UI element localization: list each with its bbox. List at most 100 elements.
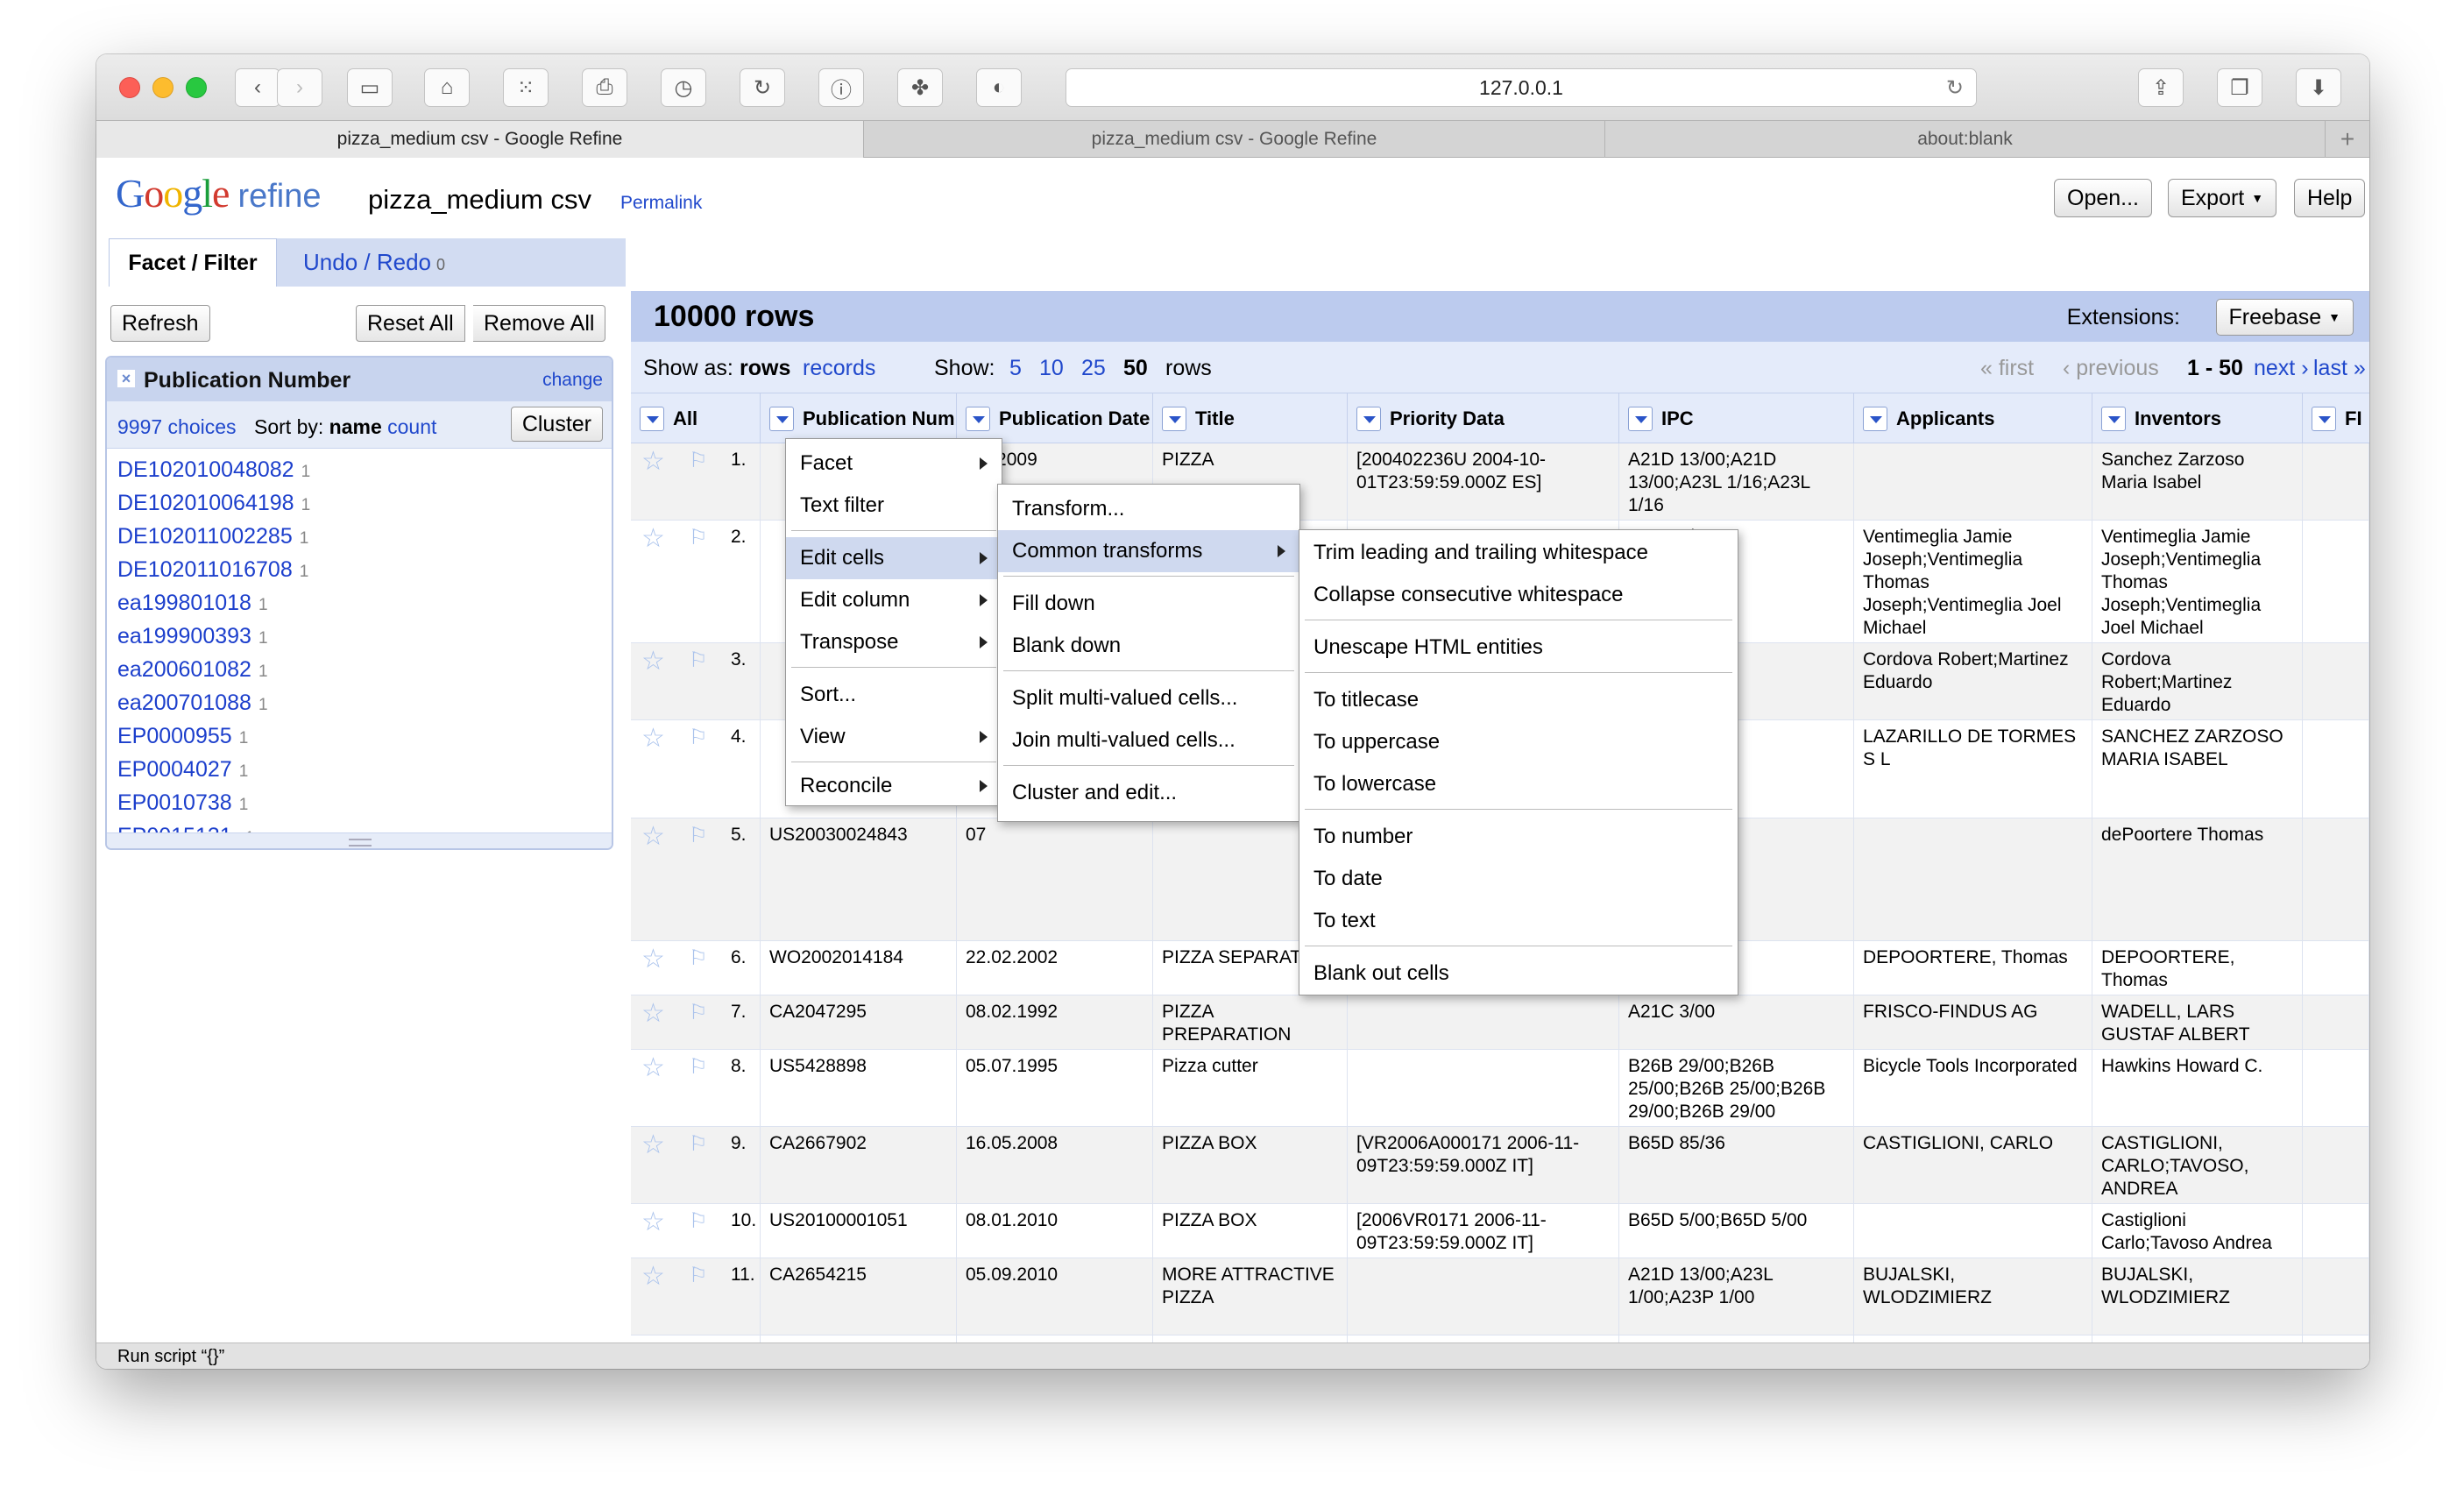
menu-item-sort[interactable]: Sort... [786, 674, 1002, 716]
facet-item[interactable]: ea200701088 1 [117, 691, 268, 716]
print-icon[interactable]: ⎙ [582, 68, 627, 107]
column-header-ipc[interactable]: IPC [1619, 393, 1854, 444]
flag-icon[interactable]: ⚐ [689, 1001, 713, 1025]
page-size-50[interactable]: 50 [1123, 356, 1148, 381]
dropdown-icon[interactable] [1162, 407, 1186, 431]
cell-inv[interactable]: Cordova Robert;Martinez Eduardo [2092, 643, 2303, 719]
cell-app[interactable]: Cordova Robert;Martinez Eduardo [1854, 643, 2092, 719]
cell-pub[interactable]: CA2654215 [761, 1258, 957, 1335]
menu-item-text-filter[interactable]: Text filter [786, 485, 1002, 527]
column-header-applicants[interactable]: Applicants [1854, 393, 2092, 444]
home-icon[interactable]: ⌂ [424, 68, 470, 107]
cell-inv[interactable]: Sanchez Zarzoso Maria Isabel [2092, 443, 2303, 520]
menu-item-reconcile[interactable]: Reconcile [786, 765, 1002, 807]
records-mode[interactable]: records [803, 356, 875, 381]
cell-date[interactable]: 16.05.2008 [957, 1127, 1153, 1203]
flag-icon[interactable]: ⚐ [689, 824, 713, 848]
page-size-5[interactable]: 5 [1009, 356, 1022, 381]
cell-app[interactable]: FOURNIER ROBERT L;FOURNIER [1854, 1335, 2092, 1343]
tabs-overview-icon[interactable]: ❐ [2217, 68, 2262, 107]
back-button[interactable]: ‹ [235, 68, 280, 107]
cell-fi[interactable] [2303, 443, 2369, 520]
cell-fi[interactable] [2303, 1335, 2369, 1343]
cell-ipc[interactable]: A21D 13/00;A23L 1/00;A23P 1/00 [1619, 1258, 1854, 1335]
menu-item-to-number[interactable]: To number [1299, 816, 1738, 858]
project-name[interactable]: pizza_medium csv [368, 184, 591, 216]
cell-fi[interactable] [2303, 818, 2369, 940]
cell-prio[interactable] [1348, 1050, 1619, 1126]
column-header-publication-date[interactable]: Publication Date [957, 393, 1153, 444]
reload-icon[interactable]: ↻ [1946, 75, 1964, 101]
cell-ipc[interactable]: B65D 85/36 [1619, 1127, 1854, 1203]
google-refine-logo[interactable]: Google refine [116, 170, 322, 216]
cell-ipc[interactable]: B26B 29/00;B26B 25/00;B26B 25/00;B26B 29… [1619, 1050, 1854, 1126]
facet-item[interactable]: DE102011002285 1 [117, 524, 308, 549]
address-bar[interactable]: 127.0.0.1 ↻ [1066, 68, 1977, 107]
star-icon[interactable]: ☆ [641, 526, 665, 552]
pager-last[interactable]: last » [2313, 356, 2366, 381]
page-size-25[interactable]: 25 [1081, 356, 1106, 381]
cell-pub[interactable]: US20100001051 [761, 1204, 957, 1258]
menu-item-to-lowercase[interactable]: To lowercase [1299, 763, 1738, 805]
cell-app[interactable]: DEPOORTERE, Thomas [1854, 941, 2092, 995]
menu-item-edit-column[interactable]: Edit column [786, 579, 1002, 621]
cell-prio[interactable] [1348, 995, 1619, 1049]
flag-icon[interactable]: ⚐ [689, 526, 713, 550]
facet-choices-count[interactable]: 9997 choices [117, 415, 237, 439]
cell-fi[interactable] [2303, 643, 2369, 719]
maximize-window-button[interactable] [186, 77, 207, 98]
refresh-button[interactable]: Refresh [110, 305, 210, 342]
menu-item-view[interactable]: View [786, 716, 1002, 758]
facet-item[interactable]: DE102010064198 1 [117, 491, 310, 516]
cell-prio[interactable]: [2006VR0171 2006-11-09T23:59:59.000Z IT] [1348, 1204, 1619, 1258]
reset-all-button[interactable]: Reset All [356, 305, 465, 342]
flag-icon[interactable]: ⚐ [689, 946, 713, 971]
cell-app[interactable]: LAZARILLO DE TORMES S L [1854, 720, 2092, 818]
refresh-icon[interactable]: ↻ [740, 68, 785, 107]
tab-facet-filter[interactable]: Facet / Filter [109, 238, 277, 287]
menu-item-to-uppercase[interactable]: To uppercase [1299, 721, 1738, 763]
cell-fi[interactable] [2303, 720, 2369, 818]
column-header-title[interactable]: Title [1153, 393, 1348, 444]
cell-fi[interactable] [2303, 941, 2369, 995]
minimize-window-button[interactable] [152, 77, 173, 98]
star-icon[interactable]: ☆ [641, 1001, 665, 1027]
cell-date[interactable]: 05.09.2010 [957, 1258, 1153, 1335]
menu-item-transform[interactable]: Transform... [998, 488, 1299, 530]
cell-inv[interactable]: BUJALSKI, WLODZIMIERZ [2092, 1258, 2303, 1335]
forward-button[interactable]: › [277, 68, 322, 107]
cell-inv[interactable]: WADELL, LARS GUSTAF ALBERT [2092, 995, 2303, 1049]
dropdown-icon[interactable] [1628, 407, 1653, 431]
flag-icon[interactable]: ⚐ [689, 449, 713, 473]
tab-3[interactable]: about:blank [1605, 121, 2326, 158]
cell-app[interactable] [1854, 1204, 2092, 1258]
flag-icon[interactable]: ⚐ [689, 1209, 713, 1234]
facet-item[interactable]: DE102010048082 1 [117, 457, 310, 483]
cell-prio[interactable]: [VR2006A000171 2006-11-09T23:59:59.000Z … [1348, 1127, 1619, 1203]
grid-icon[interactable]: ⁙ [503, 68, 549, 107]
flag-icon[interactable]: ⚐ [689, 1264, 713, 1288]
facet-item[interactable]: EP0004027 1 [117, 757, 248, 783]
freebase-button[interactable]: Freebase ▼ [2215, 299, 2354, 336]
cell-date[interactable]: 27.04.1983 [957, 1335, 1153, 1343]
cell-app[interactable]: CASTIGLIONI, CARLO [1854, 1127, 2092, 1203]
cell-pub[interactable]: CA2667902 [761, 1127, 957, 1203]
star-icon[interactable]: ☆ [641, 1132, 665, 1158]
facet-item-clipped[interactable]: DE102010037777 1 [117, 449, 316, 455]
cell-title[interactable]: Pizza cutter [1153, 1050, 1348, 1126]
tab-2[interactable]: pizza_medium csv - Google Refine [864, 121, 1605, 158]
cell-fi[interactable] [2303, 521, 2369, 642]
star-icon[interactable]: ☆ [641, 1209, 665, 1236]
close-window-button[interactable] [119, 77, 140, 98]
menu-item-edit-cells[interactable]: Edit cells [786, 537, 1002, 579]
cell-title[interactable]: PIZZA BOX [1153, 1204, 1348, 1258]
privacy-icon[interactable]: ◐ [976, 68, 1022, 107]
flag-icon[interactable]: ⚐ [689, 1055, 713, 1080]
dropdown-icon[interactable] [640, 407, 664, 431]
cell-date[interactable]: 07 [957, 818, 1153, 940]
cell-prio[interactable] [1348, 1258, 1619, 1335]
cell-app[interactable] [1854, 443, 2092, 520]
menu-item-common-transforms[interactable]: Common transforms [998, 530, 1299, 572]
tab-undo-redo[interactable]: Undo / Redo 0 [303, 249, 445, 276]
column-header-publication-number[interactable]: Publication Number [761, 393, 957, 444]
